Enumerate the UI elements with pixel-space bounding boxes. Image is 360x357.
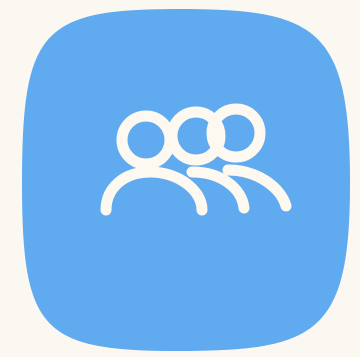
app-icon[interactable] <box>0 0 360 357</box>
app-icon-canvas <box>0 0 360 357</box>
